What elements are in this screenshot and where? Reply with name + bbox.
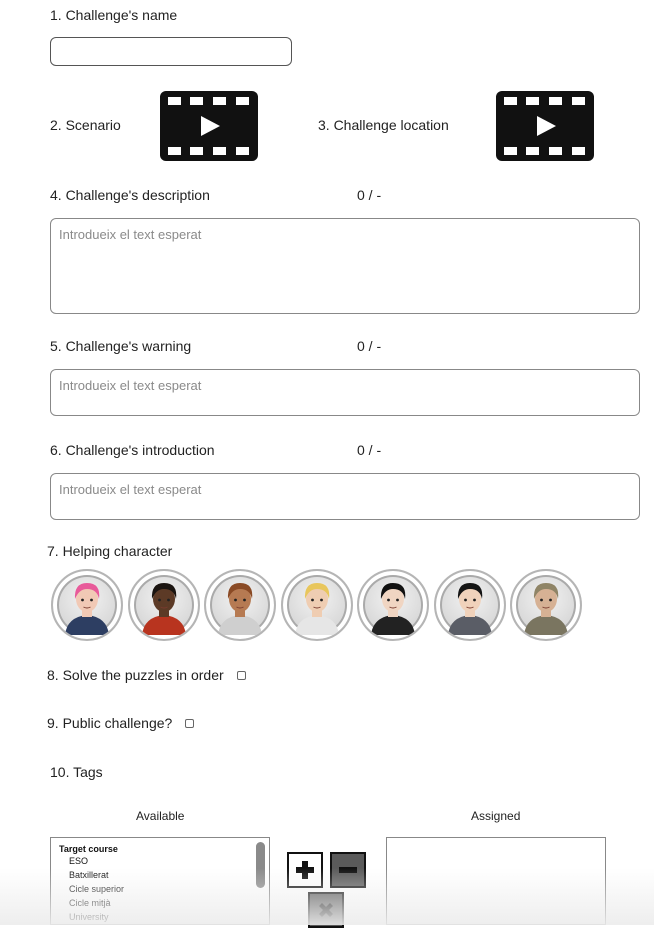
avatar-blond-hair[interactable] xyxy=(280,569,353,641)
tag-option[interactable]: ESO xyxy=(59,854,261,868)
introduction-label: 6. Challenge's introduction xyxy=(50,442,215,458)
warning-textarea[interactable] xyxy=(50,369,640,416)
add-tag-button[interactable] xyxy=(287,852,323,888)
remove-tag-button[interactable] xyxy=(330,852,366,888)
character-icon xyxy=(294,583,339,635)
character-icon xyxy=(218,583,262,635)
character-icon xyxy=(371,583,415,635)
times-icon xyxy=(319,903,333,917)
avatar-hijab[interactable] xyxy=(510,569,582,641)
character-icon xyxy=(65,583,109,635)
warning-counter: 0 / - xyxy=(357,338,382,354)
plus-icon xyxy=(296,861,314,879)
avatar-dark-skin[interactable] xyxy=(127,569,200,641)
avatar-curly-hair[interactable] xyxy=(204,569,276,641)
character-icon xyxy=(141,583,186,635)
tag-option[interactable]: Cicle mitjà xyxy=(59,896,261,910)
character-icon xyxy=(524,583,568,635)
tag-option[interactable]: University xyxy=(59,910,261,924)
introduction-textarea[interactable] xyxy=(50,473,640,520)
available-title: Available xyxy=(136,809,185,823)
scenario-video-icon[interactable] xyxy=(160,91,258,161)
location-video-icon[interactable] xyxy=(496,91,594,161)
public-challenge-checkbox[interactable] xyxy=(185,719,194,728)
description-textarea[interactable] xyxy=(50,218,640,314)
tag-option[interactable]: Cicle superior xyxy=(59,882,261,896)
name-input[interactable] xyxy=(50,37,292,66)
introduction-counter: 0 / - xyxy=(357,442,382,458)
public-challenge-label: 9. Public challenge? xyxy=(47,715,173,731)
character-icon xyxy=(447,583,492,635)
avatar-long-black-hair[interactable] xyxy=(357,569,429,641)
name-label: 1. Challenge's name xyxy=(50,7,178,23)
minus-icon xyxy=(339,867,357,873)
tags-label: 10. Tags xyxy=(50,764,103,780)
avatar-short-black-hair[interactable] xyxy=(433,569,506,641)
avatar-pink-hair[interactable] xyxy=(51,569,123,641)
scenario-label: 2. Scenario xyxy=(50,117,121,133)
solve-order-label: 8. Solve the puzzles in order xyxy=(47,667,224,683)
clear-tags-button[interactable] xyxy=(308,892,344,928)
helping-character-label: 7. Helping character xyxy=(47,543,173,559)
list-scrollbar[interactable] xyxy=(256,842,265,888)
description-counter: 0 / - xyxy=(357,187,382,203)
assigned-title: Assigned xyxy=(471,809,521,823)
assigned-tags-list[interactable] xyxy=(386,837,606,925)
tag-option[interactable]: Batxillerat xyxy=(59,868,261,882)
tag-group-target-course: Target course xyxy=(59,844,118,854)
location-label: 3. Challenge location xyxy=(318,117,449,133)
solve-order-checkbox[interactable] xyxy=(237,671,246,680)
warning-label: 5. Challenge's warning xyxy=(50,338,192,354)
description-label: 4. Challenge's description xyxy=(50,187,210,203)
available-tags-list[interactable]: Target course ESO Batxillerat Cicle supe… xyxy=(50,837,270,925)
